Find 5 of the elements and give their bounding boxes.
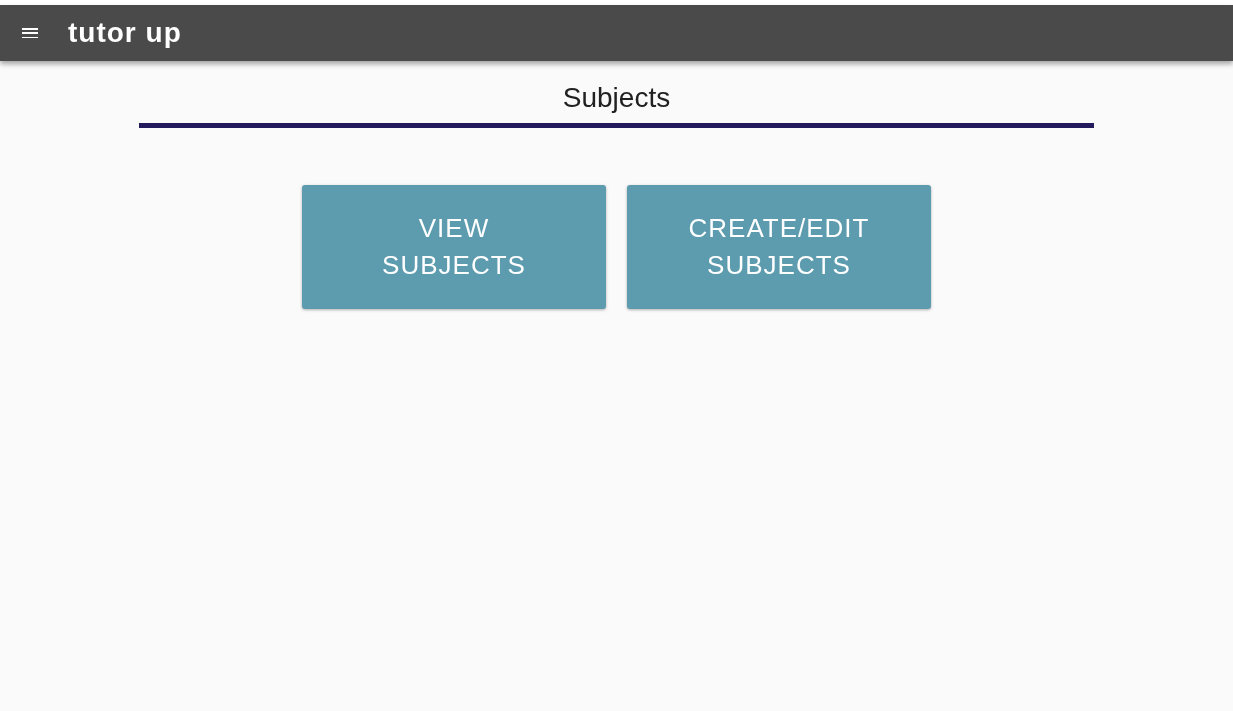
subject-button[interactable]: CREATE/EDIT SUBJECTS xyxy=(627,185,931,309)
app-title: tutor up xyxy=(68,19,182,47)
page-heading: Subjects xyxy=(562,81,671,115)
menu-icon[interactable] xyxy=(22,27,38,39)
subject-button[interactable]: VIEW SUBJECTS xyxy=(302,185,606,309)
